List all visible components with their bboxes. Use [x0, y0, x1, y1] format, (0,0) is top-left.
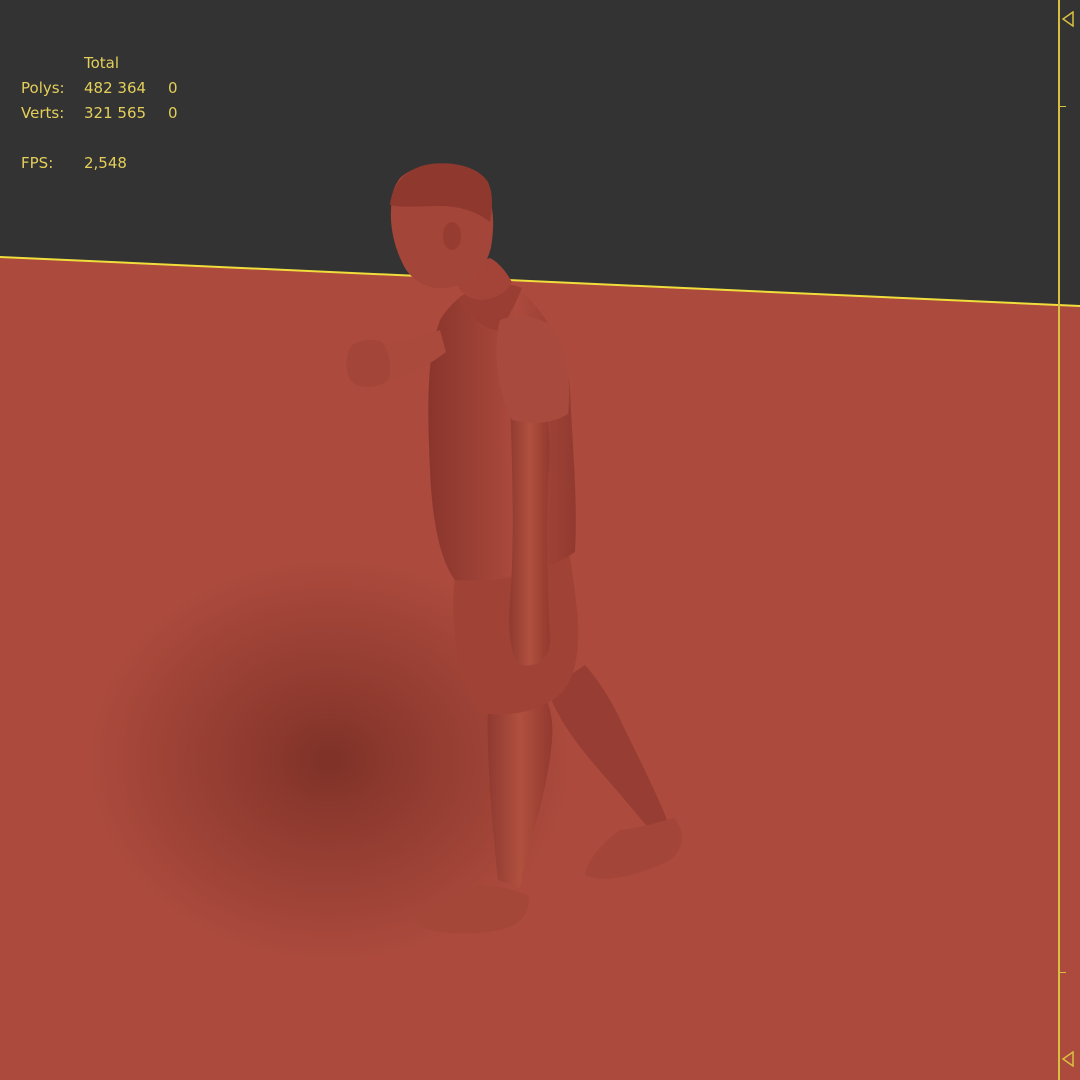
fps-value: 2,548 — [84, 154, 127, 172]
polys-selected-value: 0 — [168, 79, 178, 97]
viewport-statistics: Total Polys: 482 364 0 Verts: 321 565 0 … — [0, 0, 300, 200]
time-slider[interactable] — [1048, 0, 1080, 1080]
slider-tick — [1058, 972, 1066, 973]
triangle-left-icon[interactable] — [1061, 11, 1075, 27]
verts-selected-value: 0 — [168, 104, 178, 122]
slider-tick — [1058, 106, 1066, 107]
verts-total-value: 321 565 — [84, 104, 147, 122]
time-slider-track[interactable] — [1058, 0, 1060, 1080]
stats-header-total: Total — [84, 54, 120, 72]
3d-viewport[interactable]: Total Polys: 482 364 0 Verts: 321 565 0 … — [0, 0, 1080, 1080]
verts-label: Verts: — [21, 104, 65, 122]
polys-label: Polys: — [21, 79, 65, 97]
fps-label: FPS: — [21, 154, 54, 172]
triangle-left-icon[interactable] — [1061, 1051, 1075, 1067]
polys-total-value: 482 364 — [84, 79, 147, 97]
